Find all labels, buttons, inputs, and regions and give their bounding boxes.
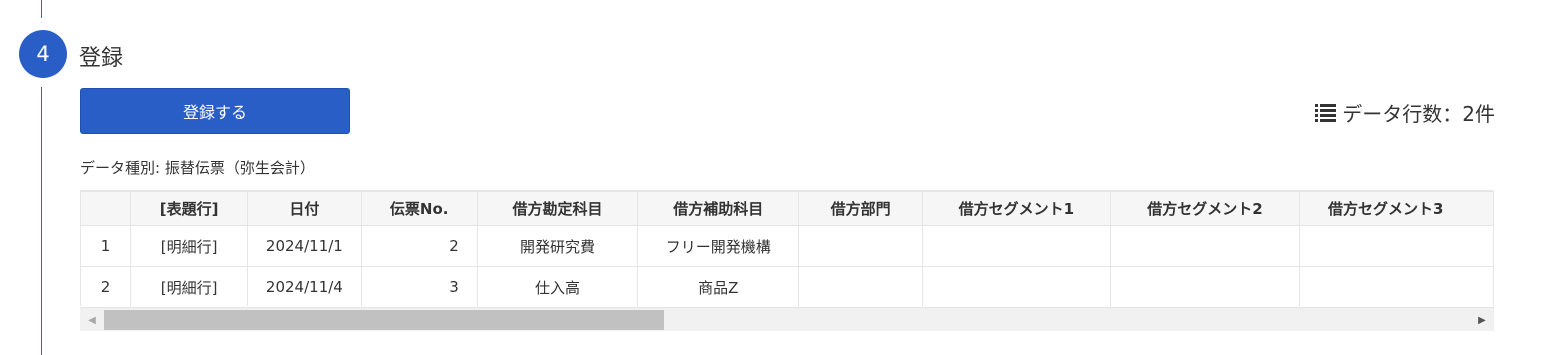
column-header-date: 日付 [247, 191, 362, 226]
column-header-row-number [80, 191, 132, 226]
column-header-debit-segment-1: 借方セグメント1 [921, 191, 1111, 226]
column-header-debit-segment-3: 借方セグメント3 [1299, 191, 1494, 226]
table-cell-slip-no: 3 [360, 266, 478, 306]
step-number: 4 [36, 42, 50, 66]
step-connector-line [41, 87, 42, 355]
table-cell-row-type: [明細行] [130, 225, 249, 267]
column-header-debit-sub-account: 借方補助科目 [637, 191, 800, 226]
table-cell-debit-account: 仕入高 [476, 266, 639, 306]
column-header-debit-account: 借方勘定科目 [476, 191, 639, 226]
table-cell-debit-department [798, 225, 923, 267]
data-type-label: データ種別: 振替伝票（弥生会計） [80, 159, 315, 177]
table-cell-row-type: [明細行] [130, 266, 249, 306]
column-header-debit-department: 借方部門 [798, 191, 923, 226]
data-preview-table: [表題行] 日付 伝票No. 借方勘定科目 借方補助科目 借方部門 借方セグメン… [80, 191, 1494, 306]
table-cell-debit-segment-1 [921, 266, 1111, 306]
table-cell-debit-segment-1 [921, 225, 1111, 267]
table-cell-debit-sub-account: 商品Z [637, 266, 800, 306]
row-count: データ行数：2件 [1315, 98, 1495, 127]
step-number-badge: 4 [19, 30, 67, 78]
table-header-row: [表題行] 日付 伝票No. 借方勘定科目 借方補助科目 借方部門 借方セグメン… [80, 191, 1494, 226]
horizontal-scrollbar[interactable]: ◀ ▶ [80, 307, 1494, 331]
table-cell-row-number: 2 [80, 266, 132, 306]
table-row: 2 [明細行] 2024/11/4 3 仕入高 商品Z [80, 266, 1494, 306]
table-cell-debit-segment-2 [1109, 266, 1301, 306]
table-cell-debit-segment-3 [1299, 266, 1494, 306]
table-row: 1 [明細行] 2024/11/1 2 開発研究費 フリー開発機構 [80, 225, 1494, 267]
scroll-left-arrow-icon[interactable]: ◀ [82, 308, 102, 332]
step-title: 登録 [79, 46, 124, 71]
table-cell-date: 2024/11/4 [247, 266, 362, 306]
step-connector-line-top [41, 0, 42, 18]
scroll-right-arrow-icon[interactable]: ▶ [1472, 308, 1492, 332]
data-preview-table-container[interactable]: [表題行] 日付 伝票No. 借方勘定科目 借方補助科目 借方部門 借方セグメン… [80, 190, 1494, 306]
column-header-debit-segment-2: 借方セグメント2 [1109, 191, 1301, 226]
table-cell-slip-no: 2 [360, 225, 478, 267]
register-button[interactable]: 登録する [80, 88, 350, 134]
scrollbar-thumb[interactable] [104, 310, 664, 330]
table-cell-date: 2024/11/1 [247, 225, 362, 267]
table-cell-row-number: 1 [80, 225, 132, 267]
table-cell-debit-segment-3 [1299, 225, 1494, 267]
table-cell-debit-account: 開発研究費 [476, 225, 639, 267]
list-icon [1315, 103, 1337, 122]
row-count-text: データ行数：2件 [1342, 102, 1495, 126]
column-header-slip-no: 伝票No. [360, 191, 478, 226]
table-cell-debit-segment-2 [1109, 225, 1301, 267]
table-cell-debit-department [798, 266, 923, 306]
column-header-row-type: [表題行] [130, 191, 249, 226]
table-cell-debit-sub-account: フリー開発機構 [637, 225, 800, 267]
